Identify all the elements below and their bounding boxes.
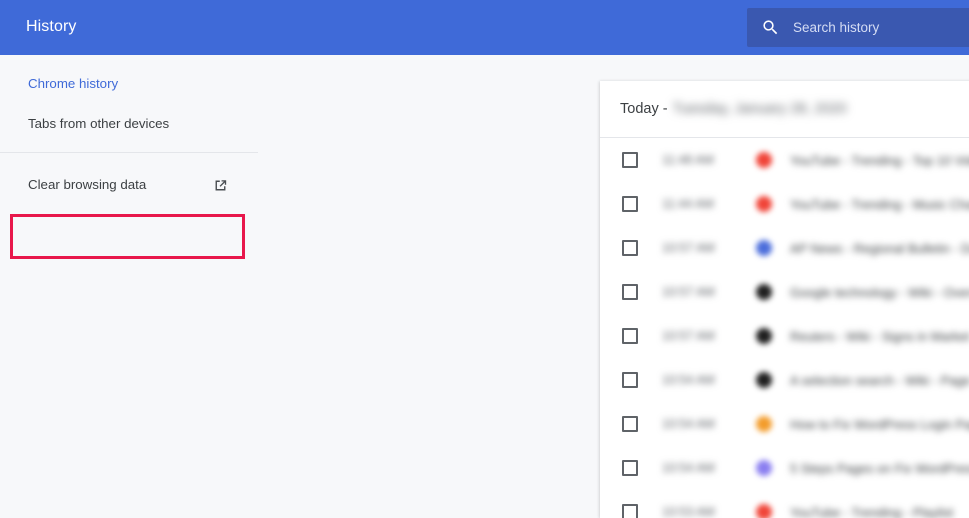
row-title[interactable]: AP News - Regional Bulletin - Daily xyxy=(790,241,969,256)
history-group-header-prefix: Today - xyxy=(620,101,668,117)
row-checkbox[interactable] xyxy=(622,328,638,344)
row-favicon xyxy=(756,196,772,212)
row-title[interactable]: How to Fix WordPress Login Page Error xyxy=(790,417,969,432)
sidebar: Chrome history Tabs from other devices C… xyxy=(0,55,258,518)
sidebar-item-tabs-from-other-devices[interactable]: Tabs from other devices xyxy=(0,104,258,144)
row-checkbox[interactable] xyxy=(622,284,638,300)
row-timestamp: 10:57 AM xyxy=(662,285,715,299)
row-favicon xyxy=(756,460,772,476)
search-icon xyxy=(763,20,778,35)
row-checkbox[interactable] xyxy=(622,460,638,476)
history-row[interactable]: 10:53 AM YouTube - Trending - Playlist xyxy=(600,490,969,518)
history-row[interactable]: 10:54 AM 5 Steps Pages on Fix WordPress I… xyxy=(600,446,969,490)
row-title[interactable]: Google technology - Wiki - Overview xyxy=(790,285,969,300)
history-row[interactable]: 10:57 AM AP News - Regional Bulletin - Da… xyxy=(600,226,969,270)
sidebar-item-label: Clear browsing data xyxy=(28,177,147,192)
row-title[interactable]: YouTube - Trending - Music Charts xyxy=(790,197,969,212)
history-row[interactable]: 10:54 AM How to Fix WordPress Login Page … xyxy=(600,402,969,446)
row-favicon xyxy=(756,240,772,256)
history-row[interactable]: 11:44 AM YouTube - Trending - Music Chart… xyxy=(600,182,969,226)
page-title: History xyxy=(26,18,77,35)
clear-browsing-data-highlight xyxy=(10,214,245,259)
top-toolbar: History xyxy=(0,0,969,55)
sidebar-item-label: Tabs from other devices xyxy=(28,116,170,131)
row-timestamp: 11:48 AM xyxy=(662,153,714,167)
row-checkbox[interactable] xyxy=(622,416,638,432)
sidebar-divider xyxy=(0,152,258,153)
history-group-header-date: Tuesday, January 28, 2020 xyxy=(672,101,847,117)
sidebar-item-clear-browsing-data[interactable]: Clear browsing data xyxy=(0,163,258,207)
search-history-box[interactable] xyxy=(747,8,969,47)
history-row[interactable]: 10:57 AM Google technology - Wiki - Overv… xyxy=(600,270,969,314)
row-timestamp: 10:54 AM xyxy=(662,461,715,475)
row-favicon xyxy=(756,328,772,344)
history-page: History Chrome history Tabs from other d… xyxy=(0,0,969,518)
history-row[interactable]: 10:57 AM Reuters - Wiki - Signs in Market xyxy=(600,314,969,358)
history-rows: 11:48 AM YouTube - Trending - Top 10 Vide… xyxy=(600,138,969,518)
row-timestamp: 10:54 AM xyxy=(662,417,715,431)
row-checkbox[interactable] xyxy=(622,152,638,168)
row-title[interactable]: YouTube - Trending - Playlist xyxy=(790,505,953,518)
sidebar-item-chrome-history[interactable]: Chrome history xyxy=(0,64,258,104)
row-favicon xyxy=(756,152,772,168)
row-timestamp: 10:54 AM xyxy=(662,373,715,387)
history-row[interactable]: 10:54 AM A selection search - Wiki - Page… xyxy=(600,358,969,402)
row-timestamp: 11:44 AM xyxy=(662,197,714,211)
row-timestamp: 10:57 AM xyxy=(662,329,715,343)
history-group-header-text: Today - Tuesday, January 28, 2020 xyxy=(620,101,847,117)
row-favicon xyxy=(756,416,772,432)
row-title[interactable]: 5 Steps Pages on Fix WordPress Issues xyxy=(790,461,969,476)
row-checkbox[interactable] xyxy=(622,196,638,212)
row-checkbox[interactable] xyxy=(622,504,638,518)
row-timestamp: 10:57 AM xyxy=(662,241,715,255)
row-title[interactable]: Reuters - Wiki - Signs in Market xyxy=(790,329,969,344)
row-favicon xyxy=(756,504,772,518)
row-checkbox[interactable] xyxy=(622,240,638,256)
history-group-header: Today - Tuesday, January 28, 2020 xyxy=(600,81,969,138)
sidebar-item-label: Chrome history xyxy=(28,76,119,91)
external-link-icon xyxy=(215,179,227,190)
search-input[interactable] xyxy=(793,8,969,47)
row-title[interactable]: YouTube - Trending - Top 10 Videos xyxy=(790,153,969,168)
row-favicon xyxy=(756,372,772,388)
history-row[interactable]: 11:48 AM YouTube - Trending - Top 10 Vide… xyxy=(600,138,969,182)
history-list-card: Today - Tuesday, January 28, 2020 11:48 … xyxy=(600,81,969,518)
row-favicon xyxy=(756,284,772,300)
row-timestamp: 10:53 AM xyxy=(662,505,715,518)
row-title[interactable]: A selection search - Wiki - Page 2 xyxy=(790,373,969,388)
row-checkbox[interactable] xyxy=(622,372,638,388)
